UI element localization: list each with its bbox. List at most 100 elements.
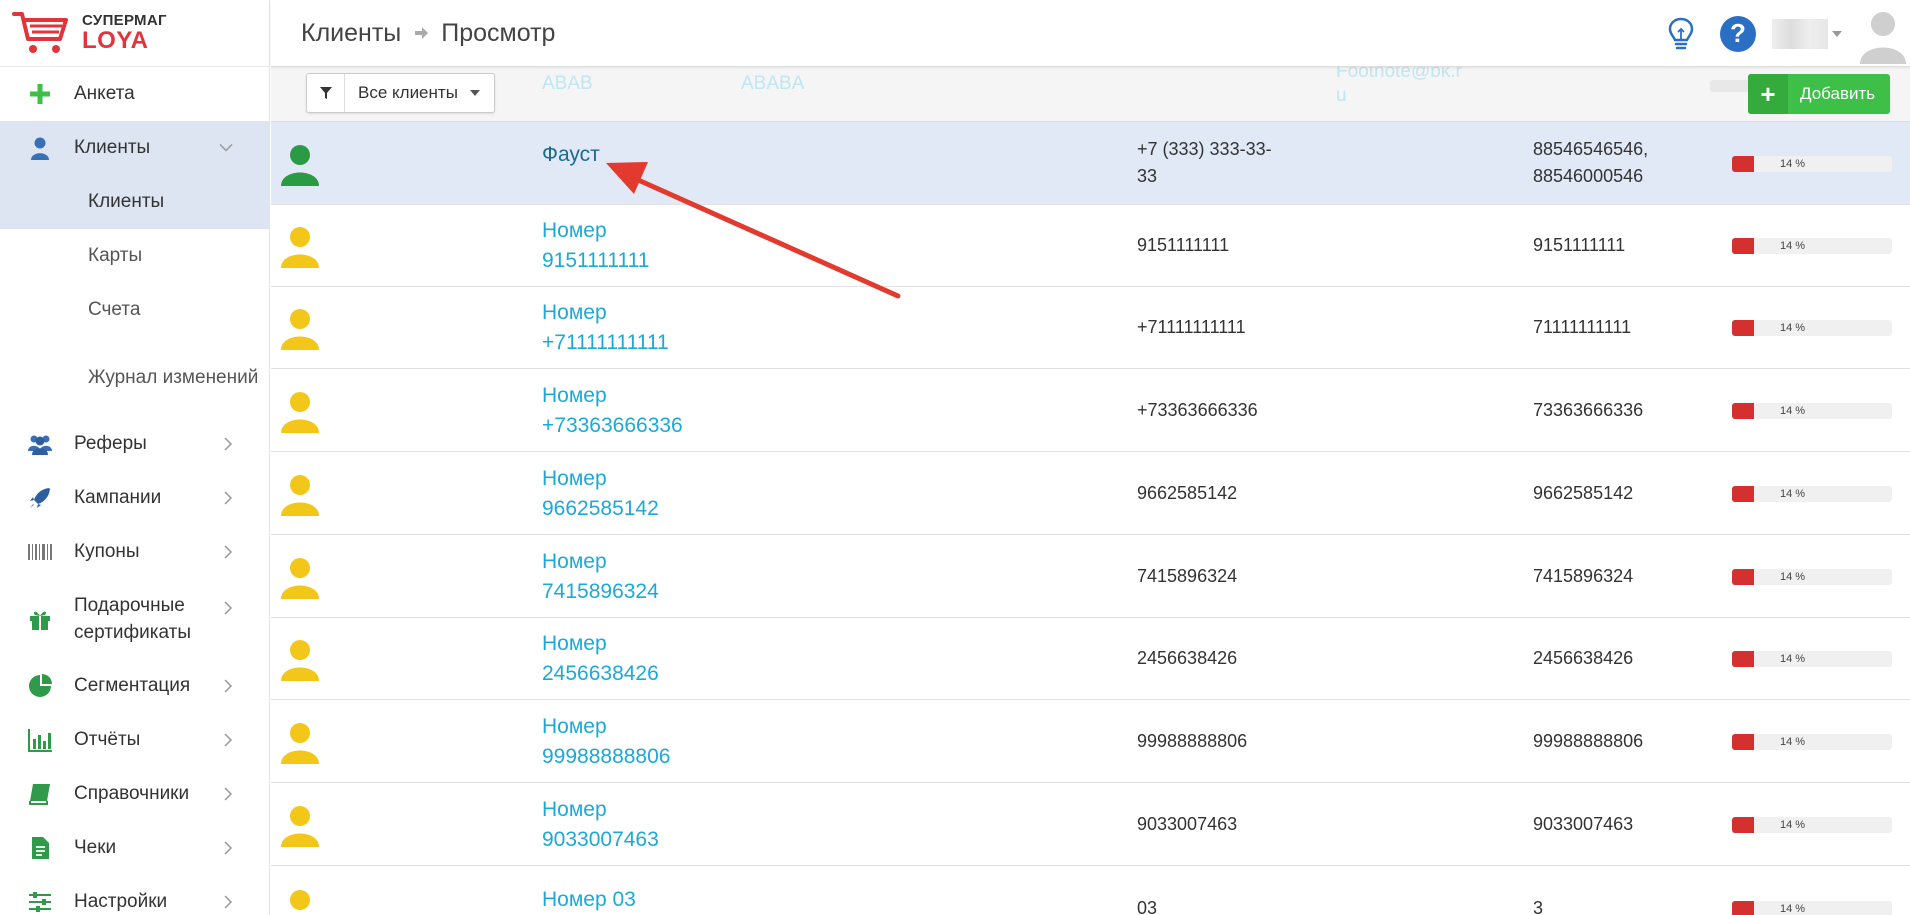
sidebar-item-settings[interactable]: Настройки [0,875,269,915]
client-phone: 9033007463 [1137,811,1237,838]
main-content: ABAB ABABA Footnote@bk.r u Все клиенты +… [271,67,1910,915]
sidebar-subitem-cards[interactable]: Карты [0,229,269,283]
client-card-line: 88546546546, [1533,139,1649,159]
client-name-line: Номер [542,384,607,407]
progress-label: 14 % [1780,240,1806,252]
client-phone-line: +71111111111 [1137,317,1246,337]
client-phone-line: 33 [1137,166,1158,186]
table-row[interactable]: Номер 9033007463 9033007463 9033007463 14 % [271,783,1910,866]
client-progress: 14 % [1732,817,1892,833]
caret-down-icon [469,90,480,96]
user-icon [26,134,54,162]
filter-value: Все клиенты [358,83,458,102]
client-name-link[interactable]: Номер +71111111111 [542,298,669,358]
sidebar-subitem-accounts[interactable]: Счета [0,283,269,337]
client-avatar-icon [281,227,319,268]
client-name-line: 2456638426 [542,662,659,685]
table-row[interactable]: Номер 2456638426 2456638426 2456638426 14 % [271,617,1910,700]
sidebar-item-coupons[interactable]: Купоны [0,525,269,579]
client-name-link[interactable]: Номер 9033007463 [542,795,659,855]
client-name-link[interactable]: Фауст [542,140,600,170]
client-phone-line: 9151111111 [1137,235,1230,255]
table-row[interactable]: Номер 9151111111 9151111111 9151111111 14 % [271,204,1910,287]
progress-label: 14 % [1780,819,1806,831]
sidebar-item-referrers[interactable]: Реферы [0,417,269,471]
table-row[interactable]: Номер 7415896324 7415896324 7415896324 14 % [271,535,1910,618]
chevron-right-icon [224,601,233,615]
client-name-line: Номер [542,632,607,655]
table-row[interactable]: Номер 03 03 3 14 % [271,867,1910,915]
sidebar-item-label: Подарочные сертификаты [74,595,192,643]
client-avatar-icon [290,890,310,910]
client-card-line: 3 [1533,898,1544,915]
sidebar-subitem-clients[interactable]: Клиенты [0,175,269,229]
chevron-down-icon [219,143,233,152]
cart-logo-icon [12,12,68,53]
sidebar-item-label: Клиенты [74,137,151,158]
table-row[interactable]: Номер +73363666336 +73363666336 73363666336… [271,369,1910,452]
client-phone-line: 9033007463 [1137,814,1238,834]
logo-line1: СУПЕРМАГ [82,11,167,29]
sidebar-item-clients[interactable]: Клиенты [0,121,269,175]
arrow-right-icon [415,27,429,39]
sidebar-item-receipts[interactable]: Чеки [0,821,269,875]
client-avatar-icon [281,640,319,681]
client-card: 7415896324 [1533,563,1633,590]
sidebar-subitem-changelog[interactable]: Журнал изменений [0,337,269,417]
user-name-blurred[interactable] [1772,18,1828,49]
table-row[interactable]: Фауст +7 (333) 333-33- 33 88546546546, 88546… [271,122,1910,205]
chevron-right-icon [224,679,233,693]
table-row[interactable]: Номер 9662585142 9662585142 9662585142 14 % [271,452,1910,535]
client-card: 2456638426 [1533,645,1633,672]
breadcrumb-root[interactable]: Клиенты [301,19,401,48]
client-card-line: 88546000546 [1533,166,1644,186]
ghost-text: ABABA [741,73,805,94]
client-name-line: 9151111111 [542,249,650,272]
client-filter[interactable]: Все клиенты [306,73,495,113]
client-name-link[interactable]: Номер 03 [542,885,636,915]
client-name-link[interactable]: Номер 7415896324 [542,547,659,607]
user-avatar[interactable] [1856,3,1910,64]
table-row[interactable]: Номер 99988888806 99988888806 99988888806 14… [271,700,1910,783]
progress-label: 14 % [1780,488,1806,500]
client-name-link[interactable]: Номер +73363666336 [542,381,683,441]
progress-label: 14 % [1780,571,1806,583]
client-name-link[interactable]: Номер 9662585142 [542,464,659,524]
help-icon[interactable]: ? [1720,15,1756,52]
progress-fill [1732,569,1755,585]
sidebar-item-survey[interactable]: Анкета [0,67,269,121]
logo[interactable]: СУПЕРМАГ LOYA [0,0,269,67]
add-button-label: Добавить [1800,84,1876,103]
filter-icon[interactable] [307,74,345,112]
client-phone: 2456638426 [1137,645,1237,672]
chevron-down-icon[interactable] [1832,30,1842,37]
client-card-line: 9033007463 [1533,814,1634,834]
sidebar-item-gift-certificates[interactable]: Подарочные сертификаты [0,579,269,659]
client-card-line: 9151111111 [1533,235,1626,255]
client-avatar-icon [281,309,319,350]
filter-select[interactable]: Все клиенты [345,74,494,112]
client-phone-line: 99988888806 [1137,731,1248,751]
sidebar-item-segmentation[interactable]: Сегментация [0,659,269,713]
client-name-link[interactable]: Номер 9151111111 [542,216,649,276]
sidebar: СУПЕРМАГ LOYA Анкета Клиенты Клиенты Кар… [0,0,270,915]
client-name-line: Номер 03 [542,888,636,911]
chevron-right-icon [224,491,233,505]
progress-label: 14 % [1780,322,1806,334]
sidebar-item-reports[interactable]: Отчёты [0,713,269,767]
lightbulb-icon[interactable] [1666,16,1696,52]
client-card: 88546546546, 88546000546 [1533,136,1648,190]
client-card-line: 2456638426 [1533,648,1634,668]
client-card: 9033007463 [1533,811,1633,838]
client-card: 9662585142 [1533,480,1633,507]
client-avatar-icon [281,806,319,847]
client-name-link[interactable]: Номер 99988888806 [542,712,670,772]
client-name-line: Номер [542,467,607,490]
barcode-icon [26,538,54,566]
add-client-button[interactable]: + Добавить [1748,74,1890,114]
client-name-link[interactable]: Номер 2456638426 [542,629,659,689]
table-row[interactable]: Номер +71111111111 +71111111111 71111111111… [271,286,1910,369]
sliders-icon [26,888,54,915]
sidebar-item-campaigns[interactable]: Кампании [0,471,269,525]
sidebar-item-directories[interactable]: Справочники [0,767,269,821]
